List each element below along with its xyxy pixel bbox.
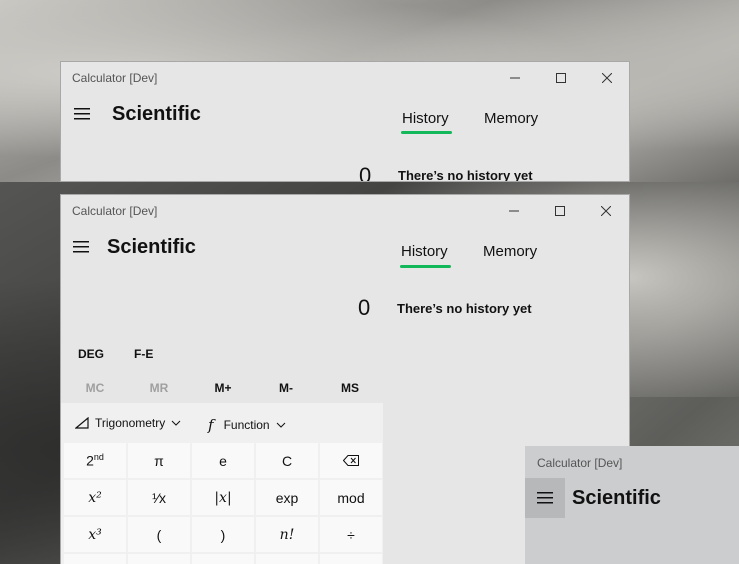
factorial-label: n! bbox=[279, 526, 295, 543]
tab-history-indicator bbox=[401, 131, 452, 134]
exp-label: exp bbox=[275, 489, 299, 506]
key-row4-3[interactable] bbox=[192, 554, 254, 564]
calculator-window-small[interactable]: Calculator [Dev] Scientific bbox=[525, 446, 739, 564]
memory-recall-button[interactable]: MR bbox=[129, 381, 189, 395]
divide-label: ÷ bbox=[347, 526, 355, 543]
chevron-down-icon bbox=[276, 422, 285, 428]
maximize-icon bbox=[555, 206, 565, 216]
tab-memory[interactable]: Memory bbox=[483, 243, 537, 260]
divide-button[interactable]: ÷ bbox=[320, 517, 382, 552]
close-paren-button[interactable]: ) bbox=[192, 517, 254, 552]
close-button[interactable] bbox=[584, 62, 629, 94]
factorial-button[interactable]: n! bbox=[256, 517, 318, 552]
memory-store-button[interactable]: MS bbox=[320, 381, 380, 395]
clear-label: C bbox=[281, 452, 293, 469]
memory-clear-button[interactable]: MC bbox=[65, 381, 125, 395]
trigonometry-dropdown[interactable]: Trigonometry bbox=[75, 416, 181, 430]
maximize-button[interactable] bbox=[537, 195, 583, 227]
trigonometry-label: Trigonometry bbox=[95, 416, 166, 430]
close-paren-label: ) bbox=[220, 526, 226, 543]
function-label: Function bbox=[223, 418, 270, 432]
angle-mode-button[interactable]: DEG bbox=[78, 347, 104, 361]
menu-button[interactable] bbox=[525, 478, 565, 518]
square-button[interactable]: x² bbox=[64, 480, 126, 515]
tab-memory[interactable]: Memory bbox=[484, 110, 538, 127]
title-bar[interactable]: Calculator [Dev] bbox=[61, 195, 629, 227]
maximize-button[interactable] bbox=[538, 62, 584, 94]
tab-history[interactable]: History bbox=[401, 243, 448, 260]
pi-button[interactable]: π bbox=[128, 443, 190, 478]
backspace-button[interactable] bbox=[320, 443, 382, 478]
absolute-label: |x| bbox=[214, 489, 232, 506]
display-value: 0 bbox=[358, 295, 371, 320]
triangle-icon bbox=[75, 417, 89, 429]
close-icon bbox=[601, 206, 611, 216]
memory-subtract-button[interactable]: M- bbox=[256, 381, 316, 395]
function-dropdown[interactable]: f Function bbox=[208, 416, 286, 434]
key-row4-5[interactable] bbox=[320, 554, 382, 564]
minimize-icon bbox=[509, 210, 519, 212]
display-value: 0 bbox=[359, 163, 372, 182]
pi-label: π bbox=[154, 452, 164, 469]
history-empty-message: There’s no history yet bbox=[398, 168, 533, 182]
chevron-down-icon bbox=[171, 420, 181, 426]
close-button[interactable] bbox=[583, 195, 629, 227]
cube-button[interactable]: x³ bbox=[64, 517, 126, 552]
e-button[interactable]: e bbox=[192, 443, 254, 478]
menu-button[interactable] bbox=[61, 227, 101, 267]
clear-button[interactable]: C bbox=[256, 443, 318, 478]
tab-history[interactable]: History bbox=[402, 110, 449, 127]
memory-add-button[interactable]: M+ bbox=[193, 381, 253, 395]
window-title: Calculator [Dev] bbox=[72, 204, 158, 218]
exp-button[interactable]: exp bbox=[256, 480, 318, 515]
minimize-button[interactable] bbox=[492, 62, 538, 94]
absolute-button[interactable]: |x| bbox=[192, 480, 254, 515]
mode-title: Scientific bbox=[107, 236, 196, 258]
tab-history-indicator bbox=[400, 265, 451, 268]
window-title: Calculator [Dev] bbox=[72, 71, 158, 85]
hamburger-icon bbox=[74, 108, 90, 120]
square-label: x² bbox=[88, 489, 102, 506]
fe-button[interactable]: F-E bbox=[134, 347, 153, 361]
backspace-icon bbox=[343, 455, 359, 466]
mode-title: Scientific bbox=[572, 487, 661, 509]
hamburger-icon bbox=[537, 492, 553, 504]
function-icon: f bbox=[208, 416, 214, 434]
close-icon bbox=[602, 73, 612, 83]
keypad: Trigonometry f Function 2nd π e C x² ¹⁄x… bbox=[61, 403, 383, 564]
menu-button[interactable] bbox=[62, 94, 102, 134]
minimize-button[interactable] bbox=[491, 195, 537, 227]
calculator-window-back[interactable]: Calculator [Dev] Scientific History Memo… bbox=[60, 61, 630, 182]
key-row4-1[interactable] bbox=[64, 554, 126, 564]
mode-title: Scientific bbox=[112, 103, 201, 125]
mod-label: mod bbox=[337, 489, 365, 506]
cube-label: x³ bbox=[88, 526, 102, 543]
title-bar[interactable]: Calculator [Dev] bbox=[61, 62, 629, 94]
minimize-icon bbox=[510, 77, 520, 79]
second-label: 2nd bbox=[86, 452, 104, 469]
second-button[interactable]: 2nd bbox=[64, 443, 126, 478]
reciprocal-label: ¹⁄x bbox=[152, 489, 166, 506]
e-label: e bbox=[219, 452, 227, 469]
open-paren-label: ( bbox=[156, 526, 162, 543]
mod-button[interactable]: mod bbox=[320, 480, 382, 515]
key-row4-4[interactable] bbox=[256, 554, 318, 564]
open-paren-button[interactable]: ( bbox=[128, 517, 190, 552]
key-row4-2[interactable] bbox=[128, 554, 190, 564]
maximize-icon bbox=[556, 73, 566, 83]
history-empty-message: There’s no history yet bbox=[397, 301, 532, 316]
window-title: Calculator [Dev] bbox=[537, 456, 623, 470]
hamburger-icon bbox=[73, 241, 89, 253]
reciprocal-button[interactable]: ¹⁄x bbox=[128, 480, 190, 515]
